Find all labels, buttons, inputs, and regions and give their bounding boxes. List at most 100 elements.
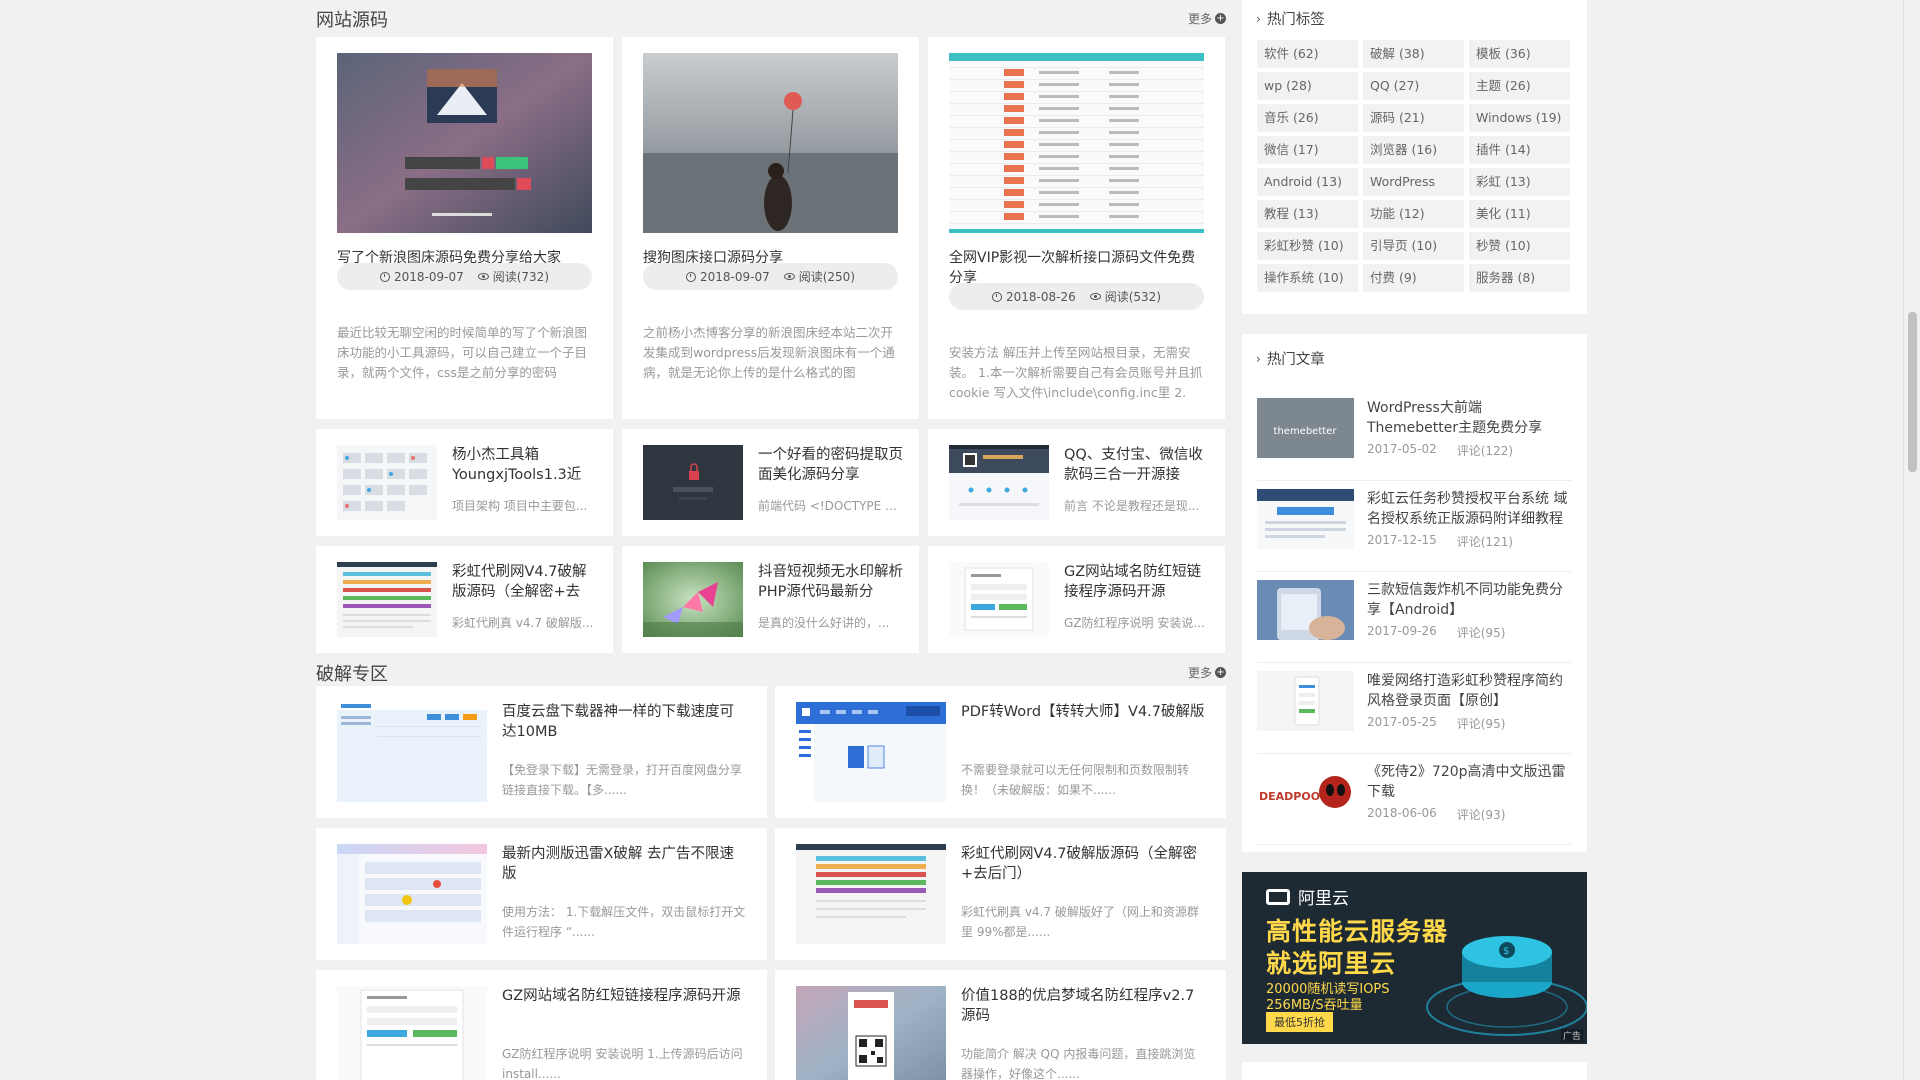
post-title[interactable]: 彩虹代刷网V4.7破解版源码（全解密+去后门） bbox=[961, 844, 1206, 884]
post-title[interactable]: PDF转Word【转转大师】V4.7破解版 bbox=[961, 702, 1206, 742]
list-item[interactable]: PDF转Word【转转大师】V4.7破解版 不需要登录就可以无任何限制和页数限制… bbox=[775, 686, 1226, 818]
post-title[interactable]: GZ网站域名防红短链接程序源码开源 bbox=[1064, 562, 1209, 602]
tag-link[interactable]: 彩虹秒赞 (10) bbox=[1257, 232, 1358, 260]
post-thumbnail[interactable]: DEADPOOL 2 bbox=[1257, 762, 1354, 822]
post-thumbnail[interactable]: themebetter bbox=[1257, 398, 1354, 458]
post-title[interactable]: GZ网站域名防红短链接程序源码开源 bbox=[502, 986, 747, 1026]
post-comments[interactable]: 评论(93) bbox=[1457, 806, 1506, 823]
list-item[interactable]: DEADPOOL 2 《死侍2》720p高清中文版迅雷下载 2018-06-06… bbox=[1257, 754, 1572, 845]
post-title[interactable]: 最新内测版迅雷X破解 去广告不限速版 bbox=[502, 844, 747, 884]
tag-link[interactable]: 软件 (62) bbox=[1257, 40, 1358, 68]
list-item[interactable]: 抖音短视频无水印解析PHP源代码最新分 是真的没什么好讲的，... bbox=[622, 546, 919, 653]
post-thumbnail[interactable] bbox=[949, 562, 1049, 637]
post-thumbnail[interactable] bbox=[1257, 580, 1354, 640]
post-comments[interactable]: 评论(95) bbox=[1457, 715, 1506, 732]
post-excerpt: GZ防红程序说明 安装说... bbox=[1064, 616, 1205, 630]
post-title[interactable]: 三款短信轰炸机不同功能免费分享【Android】 bbox=[1367, 580, 1572, 620]
tag-link[interactable]: 引导页 (10) bbox=[1363, 232, 1464, 260]
list-item[interactable]: themebetter WordPress大前端Themebetter主题免费分… bbox=[1257, 390, 1572, 481]
featured-card[interactable]: 写了个新浪图床源码免费分享给大家 2018-09-07 阅读(732) 最近比较… bbox=[316, 37, 613, 419]
list-item[interactable]: 彩虹代刷网V4.7破解版源码（全解密+去 彩虹代刷真 v4.7 破解版... bbox=[316, 546, 613, 653]
tag-link[interactable]: 微信 (17) bbox=[1257, 136, 1358, 164]
tag-link[interactable]: 源码 (21) bbox=[1363, 104, 1464, 132]
post-comments[interactable]: 评论(122) bbox=[1457, 442, 1513, 459]
more-link[interactable]: 更多 + bbox=[1188, 10, 1226, 27]
tag-link[interactable]: 付费 (9) bbox=[1363, 264, 1464, 292]
list-item[interactable]: 百度云盘下载器神一样的下载速度可达10MB 【免登录下载】无需登录，打开百度网盘… bbox=[316, 686, 767, 818]
post-title[interactable]: 《死侍2》720p高清中文版迅雷下载 bbox=[1367, 762, 1572, 802]
tag-link[interactable]: 教程 (13) bbox=[1257, 200, 1358, 228]
list-item[interactable]: 杨小杰工具箱YoungxjTools1.3近 项目架构 项目中主要包... bbox=[316, 429, 613, 536]
post-thumbnail[interactable] bbox=[949, 53, 1204, 233]
scrollbar-thumb[interactable] bbox=[1908, 312, 1917, 472]
post-title[interactable]: WordPress大前端Themebetter主题免费分享 bbox=[1367, 398, 1572, 438]
post-thumbnail[interactable] bbox=[643, 445, 743, 520]
post-thumbnail[interactable] bbox=[796, 844, 946, 944]
tag-link[interactable]: 插件 (14) bbox=[1469, 136, 1570, 164]
post-title[interactable]: 百度云盘下载器神一样的下载速度可达10MB bbox=[502, 702, 747, 742]
tag-link[interactable]: 彩虹 (13) bbox=[1469, 168, 1570, 196]
post-meta: 2018-08-26 阅读(532) bbox=[949, 283, 1204, 310]
post-thumbnail[interactable] bbox=[337, 445, 437, 520]
tag-link[interactable]: 操作系统 (10) bbox=[1257, 264, 1358, 292]
post-thumbnail[interactable] bbox=[949, 445, 1049, 520]
tag-link[interactable]: 服务器 (8) bbox=[1469, 264, 1570, 292]
post-title[interactable]: 价值188的优启梦域名防红程序v2.7源码 bbox=[961, 986, 1206, 1026]
post-title[interactable]: 全网VIP影视一次解析接口源码文件免费分享 bbox=[949, 248, 1204, 288]
post-thumbnail[interactable] bbox=[337, 562, 437, 637]
tag-link[interactable]: 模板 (36) bbox=[1469, 40, 1570, 68]
post-thumbnail[interactable] bbox=[337, 702, 487, 802]
tag-link[interactable]: Windows (19) bbox=[1469, 104, 1570, 132]
post-thumbnail[interactable] bbox=[1257, 671, 1354, 731]
list-item[interactable]: 最新内测版迅雷X破解 去广告不限速版 使用方法： 1.下载解压文件，双击鼠标打开… bbox=[316, 828, 767, 960]
page-scrollbar[interactable] bbox=[1903, 0, 1920, 1080]
tag-link[interactable]: 浏览器 (16) bbox=[1363, 136, 1464, 164]
tag-link[interactable]: wp (28) bbox=[1257, 72, 1358, 100]
post-title[interactable]: 杨小杰工具箱YoungxjTools1.3近 bbox=[452, 445, 597, 485]
list-item[interactable]: 一个好看的密码提取页面美化源码分享 前端代码 <!DOCTYPE h... bbox=[622, 429, 919, 536]
plus-circle-icon: + bbox=[1215, 13, 1226, 24]
tag-link[interactable]: 美化 (11) bbox=[1469, 200, 1570, 228]
tag-link[interactable]: 主题 (26) bbox=[1469, 72, 1570, 100]
post-title[interactable]: 一个好看的密码提取页面美化源码分享 bbox=[758, 445, 903, 485]
thumbnail-text: themebetter bbox=[1274, 426, 1338, 437]
tag-link[interactable]: 音乐 (26) bbox=[1257, 104, 1358, 132]
post-thumbnail[interactable] bbox=[643, 562, 743, 637]
tag-link[interactable]: 功能 (12) bbox=[1363, 200, 1464, 228]
aliyun-ad-banner[interactable]: $ 阿里云 高性能云服务器 就选阿里云 20000随机读写IOPS 256MB/… bbox=[1242, 872, 1587, 1044]
tag-link[interactable]: 破解 (38) bbox=[1363, 40, 1464, 68]
post-meta: 2018-06-06 评论(93) bbox=[1367, 806, 1505, 823]
post-title[interactable]: 抖音短视频无水印解析PHP源代码最新分 bbox=[758, 562, 903, 602]
post-thumbnail[interactable] bbox=[337, 844, 487, 944]
list-item[interactable]: 三款短信轰炸机不同功能免费分享【Android】 2017-09-26 评论(95… bbox=[1257, 572, 1572, 663]
ad-cta-button[interactable]: 最低5折抢 bbox=[1266, 1012, 1333, 1032]
list-item[interactable]: 彩虹云任务秒赞授权平台系统 域名授权系统正版源码附详细教程 2017-12-15… bbox=[1257, 481, 1572, 572]
more-link[interactable]: 更多 + bbox=[1188, 664, 1226, 681]
tag-link[interactable]: Android (13) bbox=[1257, 168, 1358, 196]
post-thumbnail[interactable] bbox=[337, 53, 592, 233]
post-thumbnail[interactable] bbox=[643, 53, 898, 233]
list-item[interactable]: 价值188的优启梦域名防红程序v2.7源码 功能简介 解决 QQ 内报毒问题，直… bbox=[775, 970, 1226, 1080]
featured-card[interactable]: 全网VIP影视一次解析接口源码文件免费分享 2018-08-26 阅读(532)… bbox=[928, 37, 1225, 419]
post-thumbnail[interactable] bbox=[337, 986, 487, 1080]
post-thumbnail[interactable] bbox=[796, 702, 946, 802]
tag-link[interactable]: WordPress bbox=[1363, 168, 1464, 196]
tag-link[interactable]: 秒赞 (10) bbox=[1469, 232, 1570, 260]
post-views: 阅读(250) bbox=[798, 270, 856, 284]
post-comments[interactable]: 评论(95) bbox=[1457, 624, 1506, 641]
post-comments[interactable]: 评论(121) bbox=[1457, 533, 1513, 550]
list-item[interactable]: GZ网站域名防红短链接程序源码开源 GZ防红程序说明 安装说... bbox=[928, 546, 1225, 653]
tag-link[interactable]: QQ (27) bbox=[1363, 72, 1464, 100]
list-item[interactable]: QQ、支付宝、微信收款码三合一开源接 前言 不论是教程还是现... bbox=[928, 429, 1225, 536]
list-item[interactable]: 彩虹代刷网V4.7破解版源码（全解密+去后门） 彩虹代刷真 v4.7 破解版好了… bbox=[775, 828, 1226, 960]
list-item[interactable]: GZ网站域名防红短链接程序源码开源 GZ防红程序说明 安装说明 1.上传源码后访… bbox=[316, 970, 767, 1080]
list-item[interactable]: 唯爱网络打造彩虹秒赞程序简约风格登录页面【原创】 2017-05-25 评论(95… bbox=[1257, 663, 1572, 754]
plus-circle-icon: + bbox=[1215, 667, 1226, 678]
post-title[interactable]: QQ、支付宝、微信收款码三合一开源接 bbox=[1064, 445, 1209, 485]
post-thumbnail[interactable] bbox=[1257, 489, 1354, 549]
post-title[interactable]: 彩虹代刷网V4.7破解版源码（全解密+去 bbox=[452, 562, 597, 602]
featured-card[interactable]: 搜狗图床接口源码分享 2018-09-07 阅读(250) 之前杨小杰博客分享的… bbox=[622, 37, 919, 419]
post-thumbnail[interactable] bbox=[796, 986, 946, 1080]
post-title[interactable]: 彩虹云任务秒赞授权平台系统 域名授权系统正版源码附详细教程 bbox=[1367, 489, 1572, 529]
post-title[interactable]: 唯爱网络打造彩虹秒赞程序简约风格登录页面【原创】 bbox=[1367, 671, 1572, 711]
